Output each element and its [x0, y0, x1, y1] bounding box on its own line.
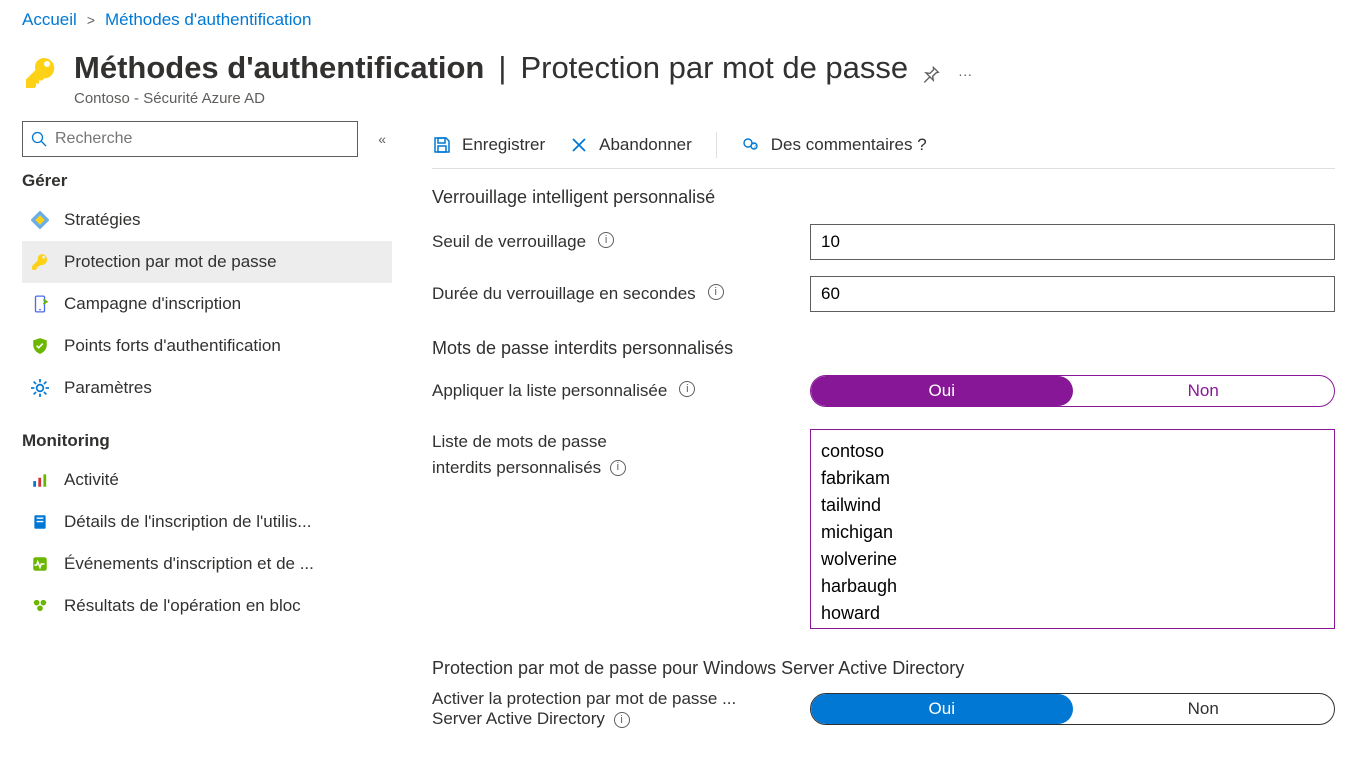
- sidebar-item-reg-details[interactable]: Détails de l'inscription de l'utilis...: [22, 501, 392, 543]
- gear-icon: [30, 378, 50, 398]
- save-label: Enregistrer: [462, 135, 545, 155]
- more-icon[interactable]: ···: [954, 63, 976, 85]
- label-custom-list-line1: Liste de mots de passe: [432, 432, 607, 451]
- book-icon: [30, 512, 50, 532]
- sidebar-item-label: Campagne d'inscription: [64, 294, 241, 314]
- label-lockout-threshold: Seuil de verrouillage: [432, 232, 586, 252]
- sidebar-item-label: Protection par mot de passe: [64, 252, 277, 272]
- info-icon[interactable]: i: [614, 712, 630, 728]
- sidebar-item-label: Points forts d'authentification: [64, 336, 281, 356]
- save-icon: [432, 135, 452, 155]
- sidebar-item-reg-events[interactable]: Événements d'inscription et de ...: [22, 543, 392, 585]
- feedback-button[interactable]: ? Des commentaires ?: [741, 135, 927, 155]
- phone-icon: [30, 294, 50, 314]
- shield-icon: [30, 336, 50, 356]
- key-icon: [22, 54, 60, 92]
- pulse-icon: [30, 554, 50, 574]
- sidebar-item-label: Événements d'inscription et de ...: [64, 554, 314, 574]
- close-icon: [569, 135, 589, 155]
- label-enable-windows-ad-line2: Server Active Directory: [432, 709, 605, 728]
- label-custom-list-line2: interdits personnalisés: [432, 458, 601, 477]
- people-icon: [30, 596, 50, 616]
- feedback-label: Des commentaires ?: [771, 135, 927, 155]
- pin-icon[interactable]: [920, 63, 942, 85]
- search-input[interactable]: [55, 130, 349, 148]
- section-banned-passwords: Mots de passe interdits personnalisés: [432, 338, 1335, 359]
- toolbar-separator: [716, 132, 717, 158]
- label-enforce-custom-list: Appliquer la liste personnalisée: [432, 381, 667, 401]
- label-enable-windows-ad-line1: Activer la protection par mot de passe .…: [432, 689, 736, 708]
- nav-section-monitoring: Monitoring: [22, 431, 392, 451]
- title-separator: |: [498, 50, 506, 86]
- page-header: Méthodes d'authentification | Protection…: [0, 30, 1357, 117]
- toolbar: Enregistrer Abandonner ? Des commentaire…: [432, 121, 1335, 169]
- chevron-right-icon: >: [87, 12, 95, 28]
- sidebar-item-label: Détails de l'inscription de l'utilis...: [64, 512, 311, 532]
- nav-section-manage: Gérer: [22, 171, 392, 191]
- policy-icon: [30, 210, 50, 230]
- sidebar-item-auth-strengths[interactable]: Points forts d'authentification: [22, 325, 392, 367]
- breadcrumb: Accueil > Méthodes d'authentification: [0, 0, 1357, 30]
- textarea-banned-passwords[interactable]: [810, 429, 1335, 629]
- sidebar-item-settings[interactable]: Paramètres: [22, 367, 392, 409]
- sidebar-item-registration-campaign[interactable]: Campagne d'inscription: [22, 283, 392, 325]
- svg-text:?: ?: [753, 143, 757, 150]
- sidebar-item-strategies[interactable]: Stratégies: [22, 199, 392, 241]
- toggle-yes[interactable]: Oui: [811, 694, 1073, 724]
- sidebar-item-activity[interactable]: Activité: [22, 459, 392, 501]
- info-icon[interactable]: i: [708, 284, 724, 300]
- save-button[interactable]: Enregistrer: [432, 135, 545, 155]
- sidebar-item-label: Paramètres: [64, 378, 152, 398]
- page-title-sub: Protection par mot de passe: [520, 50, 908, 86]
- chart-icon: [30, 470, 50, 490]
- section-windows-ad: Protection par mot de passe pour Windows…: [432, 658, 1335, 679]
- label-lockout-duration: Durée du verrouillage en secondes: [432, 284, 696, 304]
- info-icon[interactable]: i: [610, 460, 626, 476]
- key-small-icon: [30, 252, 50, 272]
- info-icon[interactable]: i: [598, 232, 614, 248]
- page-title-main: Méthodes d'authentification: [74, 50, 484, 86]
- input-lockout-duration[interactable]: [810, 276, 1335, 312]
- discard-label: Abandonner: [599, 135, 692, 155]
- discard-button[interactable]: Abandonner: [569, 135, 692, 155]
- toggle-enforce-custom-list[interactable]: Oui Non: [810, 375, 1335, 407]
- sidebar-item-label: Stratégies: [64, 210, 141, 230]
- page-subtitle: Contoso - Sécurité Azure AD: [74, 90, 1335, 107]
- input-lockout-threshold[interactable]: [810, 224, 1335, 260]
- breadcrumb-home[interactable]: Accueil: [22, 10, 77, 30]
- toggle-yes[interactable]: Oui: [811, 376, 1073, 406]
- breadcrumb-current[interactable]: Méthodes d'authentification: [105, 10, 311, 30]
- toggle-no[interactable]: Non: [1073, 376, 1335, 406]
- toggle-no[interactable]: Non: [1073, 694, 1335, 724]
- info-icon[interactable]: i: [679, 381, 695, 397]
- search-icon: [31, 131, 47, 147]
- sidebar: « Gérer Stratégies Protection par mot de…: [22, 121, 392, 627]
- sidebar-item-label: Activité: [64, 470, 119, 490]
- collapse-sidebar-icon[interactable]: «: [372, 125, 392, 153]
- sidebar-item-password-protection[interactable]: Protection par mot de passe: [22, 241, 392, 283]
- sidebar-item-bulk-results[interactable]: Résultats de l'opération en bloc: [22, 585, 392, 627]
- toggle-enable-windows-ad[interactable]: Oui Non: [810, 693, 1335, 725]
- search-box[interactable]: [22, 121, 358, 157]
- feedback-icon: ?: [741, 135, 761, 155]
- main-content: Enregistrer Abandonner ? Des commentaire…: [392, 121, 1335, 729]
- section-smart-lockout: Verrouillage intelligent personnalisé: [432, 187, 1335, 208]
- sidebar-item-label: Résultats de l'opération en bloc: [64, 596, 301, 616]
